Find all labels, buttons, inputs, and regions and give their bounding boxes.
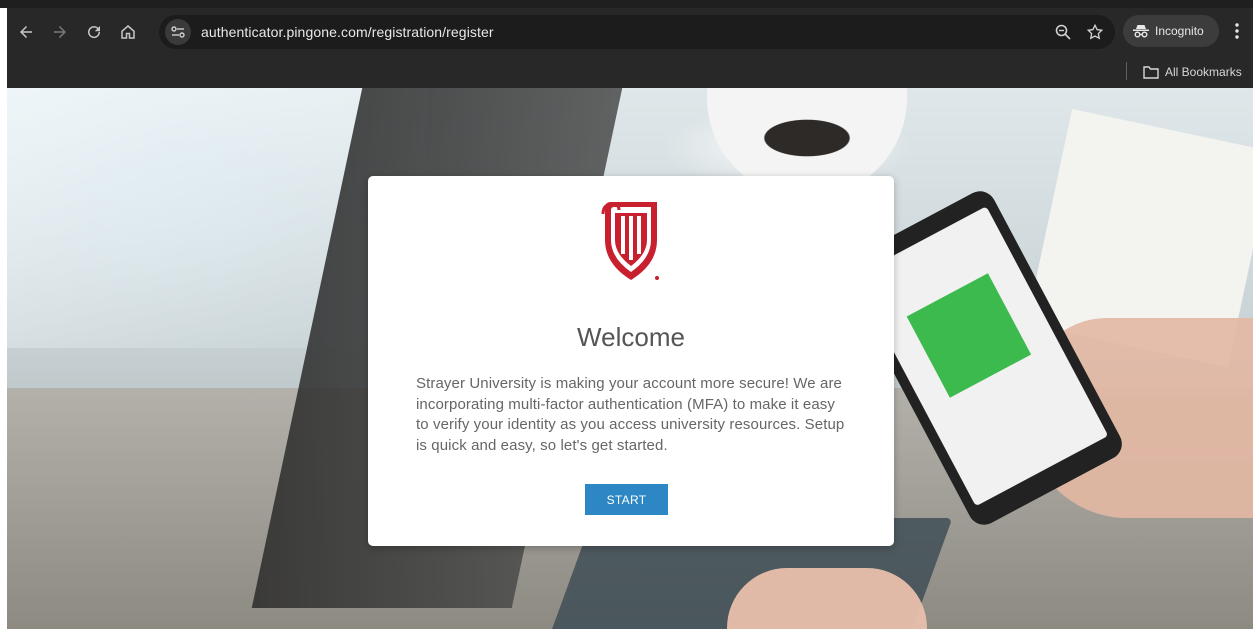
forward-button[interactable] <box>45 17 75 47</box>
folder-icon <box>1143 65 1159 79</box>
welcome-card: Welcome Strayer University is making you… <box>368 176 894 546</box>
page-title: Welcome <box>577 322 685 352</box>
all-bookmarks-button[interactable]: All Bookmarks <box>1143 62 1242 82</box>
back-arrow-icon <box>20 26 32 38</box>
zoom-button[interactable] <box>1051 20 1075 44</box>
home-icon <box>121 25 135 39</box>
star-icon <box>1086 23 1104 40</box>
browser-toolbar: authenticator.pingone.com/registration/r… <box>7 8 1253 56</box>
bookmarks-separator <box>1126 62 1127 80</box>
bookmarks-bar: All Bookmarks <box>7 56 1253 88</box>
forward-arrow-icon <box>54 26 66 38</box>
reload-icon <box>88 26 101 39</box>
start-button[interactable]: START <box>585 484 668 515</box>
site-info-button[interactable] <box>165 19 191 45</box>
browser-menu-button[interactable] <box>1225 18 1249 44</box>
site-info-icon <box>171 26 185 38</box>
zoom-icon <box>1055 24 1071 40</box>
page-viewport: Welcome Strayer University is making you… <box>7 88 1253 629</box>
background-typing-hand <box>727 568 927 629</box>
incognito-badge[interactable]: Incognito <box>1123 15 1219 47</box>
all-bookmarks-label: All Bookmarks <box>1165 65 1242 79</box>
bookmark-star-button[interactable] <box>1083 20 1107 44</box>
tab-strip <box>0 0 1253 8</box>
incognito-icon <box>1133 25 1149 38</box>
url-text[interactable]: authenticator.pingone.com/registration/r… <box>201 24 494 40</box>
incognito-label: Incognito <box>1155 24 1204 38</box>
reload-button[interactable] <box>79 17 109 47</box>
kebab-menu-icon <box>1235 23 1239 39</box>
welcome-message: Strayer University is making your accoun… <box>416 375 845 454</box>
home-button[interactable] <box>113 17 143 47</box>
address-bar[interactable]: authenticator.pingone.com/registration/r… <box>159 15 1115 49</box>
back-button[interactable] <box>11 17 41 47</box>
phone-check-tile <box>906 273 1032 398</box>
strayer-logo-icon <box>601 202 659 280</box>
